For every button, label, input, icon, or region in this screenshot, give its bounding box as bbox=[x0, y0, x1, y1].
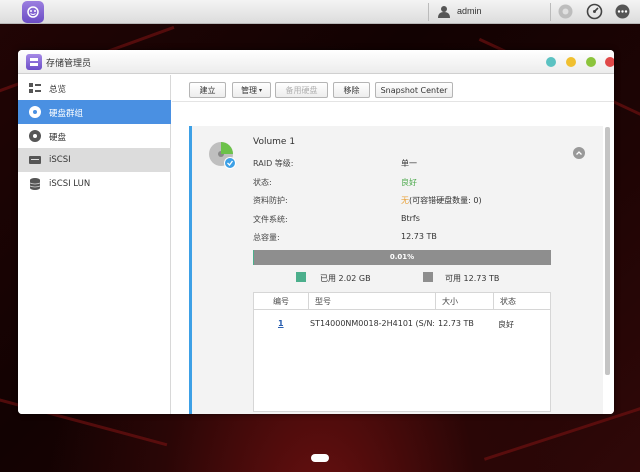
manage-button-label: 管理 bbox=[240, 85, 257, 95]
used-legend-swatch bbox=[296, 272, 306, 282]
volume-name: Volume 1 bbox=[253, 137, 296, 147]
manage-button[interactable]: 管理 ▾ bbox=[232, 82, 271, 98]
username-label[interactable]: admin bbox=[457, 6, 482, 16]
sidebar-item-label: iSCSI LUN bbox=[49, 179, 91, 189]
snapshot-center-button[interactable]: Snapshot Center bbox=[375, 82, 453, 98]
table-cell-size: 12.73 TB bbox=[438, 319, 474, 328]
sidebar-item-label: 硬盘 bbox=[49, 133, 67, 143]
close-dot-icon[interactable] bbox=[605, 57, 614, 67]
volume-status-icon bbox=[207, 140, 239, 172]
sidebar: 总览 硬盘群组 硬盘 iSCSI iSCSI LUN bbox=[18, 75, 171, 414]
protection-label: 资料防护: bbox=[253, 196, 288, 205]
disk-group-icon bbox=[28, 105, 42, 119]
usage-progress-bar: 0.01% bbox=[253, 250, 551, 265]
table-cell-id-link[interactable]: 1 bbox=[278, 319, 284, 328]
window-titlebar[interactable]: 存储管理员 bbox=[18, 50, 614, 74]
usage-percent: 0.01% bbox=[389, 253, 415, 261]
iscsi-icon bbox=[28, 153, 42, 167]
chevron-down-icon: ▾ bbox=[258, 86, 262, 94]
sidebar-item-overview[interactable]: 总览 bbox=[18, 76, 171, 100]
user-icon[interactable] bbox=[438, 5, 450, 20]
dashboard-icon[interactable] bbox=[586, 3, 603, 20]
overview-icon bbox=[28, 81, 42, 95]
sidebar-item-label: 总览 bbox=[49, 85, 67, 95]
free-legend-swatch bbox=[423, 272, 433, 282]
app-icon bbox=[26, 54, 42, 70]
table-cell-model: ST14000NM0018-2H4101 (S/N: Z... bbox=[310, 319, 434, 328]
window-title: 存储管理员 bbox=[46, 59, 92, 69]
raid-level-value: 单一 bbox=[401, 159, 417, 168]
table-header-model[interactable]: 型号 bbox=[309, 293, 436, 310]
used-legend-label: 已用 2.02 GB bbox=[320, 274, 371, 283]
sidebar-item-iscsi-lun[interactable]: iSCSI LUN bbox=[18, 172, 171, 196]
table-header-id[interactable]: 编号 bbox=[254, 293, 309, 310]
toolbar-divider bbox=[172, 101, 614, 102]
restore-dot-icon[interactable] bbox=[566, 57, 576, 67]
main-content: 建立 管理 ▾ 备用硬盘 移除 Snapshot Center Volume 1 bbox=[172, 75, 614, 414]
table-header-size[interactable]: 大小 bbox=[436, 293, 494, 310]
notification-icon[interactable] bbox=[557, 3, 574, 20]
topbar-separator bbox=[428, 3, 429, 21]
minimize-dot-icon[interactable] bbox=[546, 57, 556, 67]
table-header-status[interactable]: 状态 bbox=[494, 293, 550, 310]
volume-panel: Volume 1 RAID 等级: 单一 状态: 良好 资料防护: 无(可容错硬… bbox=[189, 126, 603, 414]
topbar-separator bbox=[550, 3, 551, 21]
content-scrollbar[interactable] bbox=[605, 127, 610, 375]
status-label: 状态: bbox=[253, 178, 272, 187]
maximize-dot-icon[interactable] bbox=[586, 57, 596, 67]
free-legend-label: 可用 12.73 TB bbox=[445, 274, 500, 283]
protection-warning-icon: 无 bbox=[401, 196, 409, 205]
capacity-value: 12.73 TB bbox=[401, 232, 437, 241]
more-icon[interactable] bbox=[614, 3, 631, 20]
disk-table: 编号 型号 大小 状态 1 ST14000NM0018-2H4101 (S/N:… bbox=[253, 292, 551, 412]
sidebar-item-iscsi[interactable]: iSCSI bbox=[18, 148, 171, 172]
sidebar-item-label: iSCSI bbox=[49, 155, 71, 165]
filesystem-label: 文件系统: bbox=[253, 215, 288, 224]
storage-manager-window: 存储管理员 总览 硬盘群组 硬盘 iSCSI iSCSI LUN 建立 管理 ▾… bbox=[18, 50, 614, 414]
filesystem-value: Btrfs bbox=[401, 214, 420, 223]
protection-value: 无(可容错硬盘数量: 0) bbox=[401, 195, 482, 206]
desktop-topbar: admin bbox=[0, 0, 640, 24]
protection-text: (可容错硬盘数量: 0) bbox=[409, 196, 482, 205]
remove-button[interactable]: 移除 bbox=[333, 82, 370, 98]
create-button[interactable]: 建立 bbox=[189, 82, 226, 98]
table-cell-status: 良好 bbox=[498, 320, 514, 329]
disk-icon bbox=[28, 129, 42, 143]
sidebar-item-label: 硬盘群组 bbox=[49, 109, 84, 119]
sidebar-item-disk-group[interactable]: 硬盘群组 bbox=[18, 100, 171, 124]
capacity-label: 总容量: bbox=[253, 233, 280, 242]
dock-indicator[interactable] bbox=[311, 454, 329, 462]
spare-disk-button[interactable]: 备用硬盘 bbox=[275, 82, 328, 98]
status-value: 良好 bbox=[401, 178, 417, 187]
raid-level-label: RAID 等级: bbox=[253, 159, 294, 168]
main-menu-icon[interactable] bbox=[22, 1, 44, 23]
iscsi-lun-icon bbox=[28, 177, 42, 191]
collapse-icon[interactable] bbox=[573, 147, 585, 159]
sidebar-item-disk[interactable]: 硬盘 bbox=[18, 124, 171, 148]
